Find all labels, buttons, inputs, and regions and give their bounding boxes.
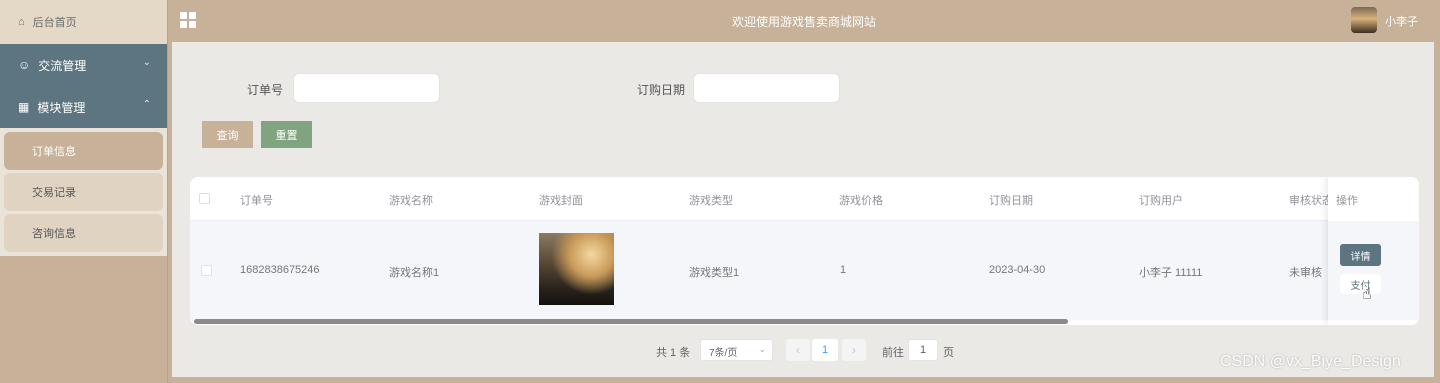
cell-game-name: 游戏名称1 [389, 267, 440, 279]
column-header: 操作 [1336, 195, 1358, 207]
select-all-checkbox[interactable] [199, 193, 210, 204]
chevron-right-icon: › [852, 343, 856, 357]
sidebar-group-label: 交流管理 [38, 58, 87, 73]
grid-icon: ▦ [18, 100, 30, 114]
column-header[interactable]: 订单号 [240, 192, 273, 208]
avatar[interactable] [1351, 7, 1377, 33]
prev-page-button[interactable]: ‹ [786, 339, 810, 361]
page-number-current[interactable]: 1 [812, 339, 838, 361]
column-header[interactable]: 订购用户 [1139, 192, 1183, 208]
sidebar-group-communication[interactable]: ☺ 交流管理 ⌄ [0, 44, 167, 86]
operations-cell: 详情 支付 ☝ [1328, 221, 1419, 320]
home-icon: ⌂ [18, 16, 25, 28]
horizontal-scrollbar[interactable] [194, 319, 1068, 324]
game-cover-image[interactable] [539, 233, 614, 305]
page-size-value: 7条/页 [709, 348, 738, 359]
cell-status: 未审核 [1289, 267, 1322, 279]
sidebar-group-modules[interactable]: ▦ 模块管理 ⌃ [0, 86, 167, 128]
order-no-label: 订单号 [247, 83, 284, 97]
pagination-total: 共 1 条 [656, 347, 691, 359]
column-header[interactable]: 订购日期 [989, 192, 1033, 208]
sidebar-item-consulting[interactable]: 咨询信息 [4, 214, 163, 252]
column-header[interactable]: 审核状态 [1289, 192, 1333, 208]
main-content: 订单号 订购日期 查询 重置 订单号 游戏名称 游戏封面 游戏类型 游戏价格 订… [172, 42, 1434, 377]
detail-button[interactable]: 详情 [1340, 244, 1381, 266]
hand-cursor-icon: ☝ [1362, 286, 1372, 303]
cell-order-no: 1682838675246 [240, 264, 320, 276]
cell-price: 1 [840, 264, 847, 276]
sidebar-item-transactions[interactable]: 交易记录 [4, 173, 163, 211]
chevron-up-icon: ⌃ [142, 99, 151, 110]
user-name[interactable]: 小李子 [1385, 13, 1418, 29]
chat-icon: ☺ [18, 58, 31, 72]
page-size-select[interactable]: 7条/页 ⌄ [700, 339, 773, 361]
cell-order-date: 2023-04-30 [989, 264, 1046, 276]
column-header[interactable]: 游戏封面 [539, 192, 583, 208]
operations-column: 操作 详情 支付 ☝ [1328, 177, 1419, 325]
sidebar-home[interactable]: ⌂ 后台首页 [0, 0, 167, 44]
order-date-input[interactable] [693, 73, 840, 103]
reset-button[interactable]: 重置 [261, 121, 312, 148]
watermark: CSDN @vx_Biye_Design [1220, 353, 1401, 370]
cell-user: 小李子 11111 [1139, 267, 1203, 279]
sidebar-item-label: 咨询信息 [32, 228, 76, 240]
column-header[interactable]: 游戏名称 [389, 192, 433, 208]
sidebar: ⌂ 后台首页 ☺ 交流管理 ⌄ ▦ 模块管理 ⌃ 订单信息 交易记录 咨询信息 [0, 0, 168, 383]
chevron-down-icon: ⌄ [758, 344, 766, 354]
sidebar-submenu: 订单信息 交易记录 咨询信息 [0, 128, 167, 256]
sidebar-item-label: 订单信息 [32, 146, 76, 158]
column-header[interactable]: 游戏价格 [839, 192, 883, 208]
page-unit-label: 页 [943, 347, 954, 359]
next-page-button[interactable]: › [842, 339, 866, 361]
order-no-input[interactable] [293, 73, 440, 103]
goto-page-input[interactable]: 1 [908, 339, 938, 361]
table-row[interactable]: 1682838675246 游戏名称1 游戏类型1 1 2023-04-30 小… [190, 221, 1419, 320]
chevron-left-icon: ‹ [796, 343, 800, 357]
goto-label: 前往 [882, 347, 904, 359]
query-button[interactable]: 查询 [202, 121, 253, 148]
row-checkbox[interactable] [201, 265, 212, 276]
table-header: 订单号 游戏名称 游戏封面 游戏类型 游戏价格 订购日期 订购用户 审核状态 [190, 177, 1419, 221]
column-header[interactable]: 游戏类型 [689, 192, 733, 208]
pay-button[interactable]: 支付 [1340, 274, 1381, 294]
sidebar-home-label: 后台首页 [32, 17, 77, 29]
site-title: 欢迎使用游戏售卖商城网站 [731, 15, 876, 29]
order-date-label: 订购日期 [637, 83, 686, 97]
orders-table: 订单号 游戏名称 游戏封面 游戏类型 游戏价格 订购日期 订购用户 审核状态 1… [190, 177, 1419, 325]
chevron-down-icon: ⌄ [142, 57, 151, 68]
sidebar-item-label: 交易记录 [32, 187, 76, 199]
top-header: 欢迎使用游戏售卖商城网站 小李子 [168, 0, 1440, 40]
sidebar-item-orders[interactable]: 订单信息 [4, 132, 163, 170]
cell-game-type: 游戏类型1 [689, 267, 740, 279]
sidebar-group-label: 模块管理 [37, 100, 86, 115]
